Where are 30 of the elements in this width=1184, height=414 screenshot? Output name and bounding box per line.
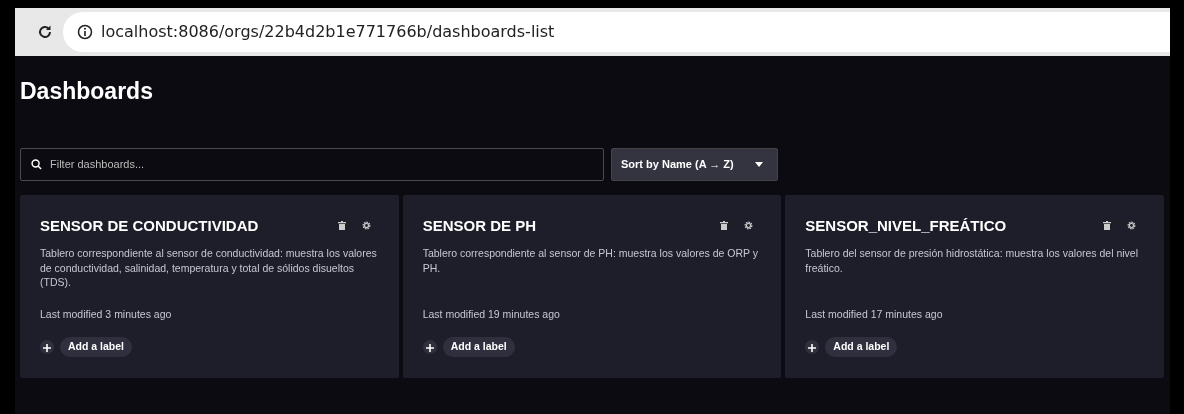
settings-icon[interactable] bbox=[361, 221, 371, 231]
trash-icon[interactable] bbox=[1103, 221, 1111, 231]
dashboard-name[interactable]: SENSOR DE PH bbox=[422, 214, 536, 238]
info-icon[interactable] bbox=[77, 24, 93, 40]
add-label-plus-icon[interactable] bbox=[805, 339, 820, 354]
dashboard-description: Tablero del sensor de presión hidrostática: muestra los valores del nivel freático. bbox=[805, 246, 1139, 276]
reload-icon[interactable] bbox=[37, 24, 53, 40]
dashboard-name[interactable]: SENSOR_NIVEL_FREÁTICO bbox=[805, 214, 1007, 238]
caret-icon bbox=[755, 161, 763, 167]
dashboard-description: Tablero correspondiente al sensor de conductividad: muestra los valores de conductividad, salinidad, temperatura y total de sólidos disueltos (TDS). bbox=[40, 246, 378, 291]
dashboard-name[interactable]: SENSOR DE CONDUCTIVIDAD bbox=[40, 214, 259, 238]
add-label-button[interactable]: Add a label bbox=[825, 336, 898, 357]
add-label-plus-icon[interactable] bbox=[422, 339, 437, 354]
sort-dropdown[interactable]: Sort by Name (A → Z) bbox=[611, 147, 778, 181]
trash-icon[interactable] bbox=[720, 221, 729, 231]
last-modified-text: Last modified 19 minutes ago bbox=[422, 307, 561, 323]
dashboard-card[interactable]: SENSOR DE PH Tablero correspondiente al sensor de PH: muestra los valores de ORP y PH. Last modified 19 minutes ago Add a label bbox=[402, 194, 782, 378]
settings-icon[interactable] bbox=[744, 221, 754, 231]
trash-icon[interactable] bbox=[337, 221, 346, 231]
dashboard-description: Tablero correspondiente al sensor de PH: muestra los valores de ORP y PH. bbox=[422, 246, 760, 276]
add-label-plus-icon[interactable] bbox=[40, 339, 54, 354]
add-label-button[interactable]: Add a label bbox=[442, 336, 515, 357]
dashboard-card[interactable] bbox=[20, 194, 399, 378]
filter-field[interactable]: Filter dashboards... bbox=[20, 147, 604, 181]
last-modified-text: Last modified 3 minutes ago bbox=[40, 307, 173, 323]
settings-icon[interactable] bbox=[1127, 221, 1136, 231]
add-label-button[interactable]: Add a label bbox=[60, 336, 132, 357]
last-modified-text: Last modified 17 minutes ago bbox=[805, 307, 944, 323]
page-title: Dashboards bbox=[20, 78, 154, 106]
dashboard-card[interactable]: SENSOR_NIVEL_FREÁTICO Tablero del sensor de presión hidrostática: muestra los valores del nivel freático. Last modified 17 minutes ago Add a label bbox=[785, 194, 1164, 378]
